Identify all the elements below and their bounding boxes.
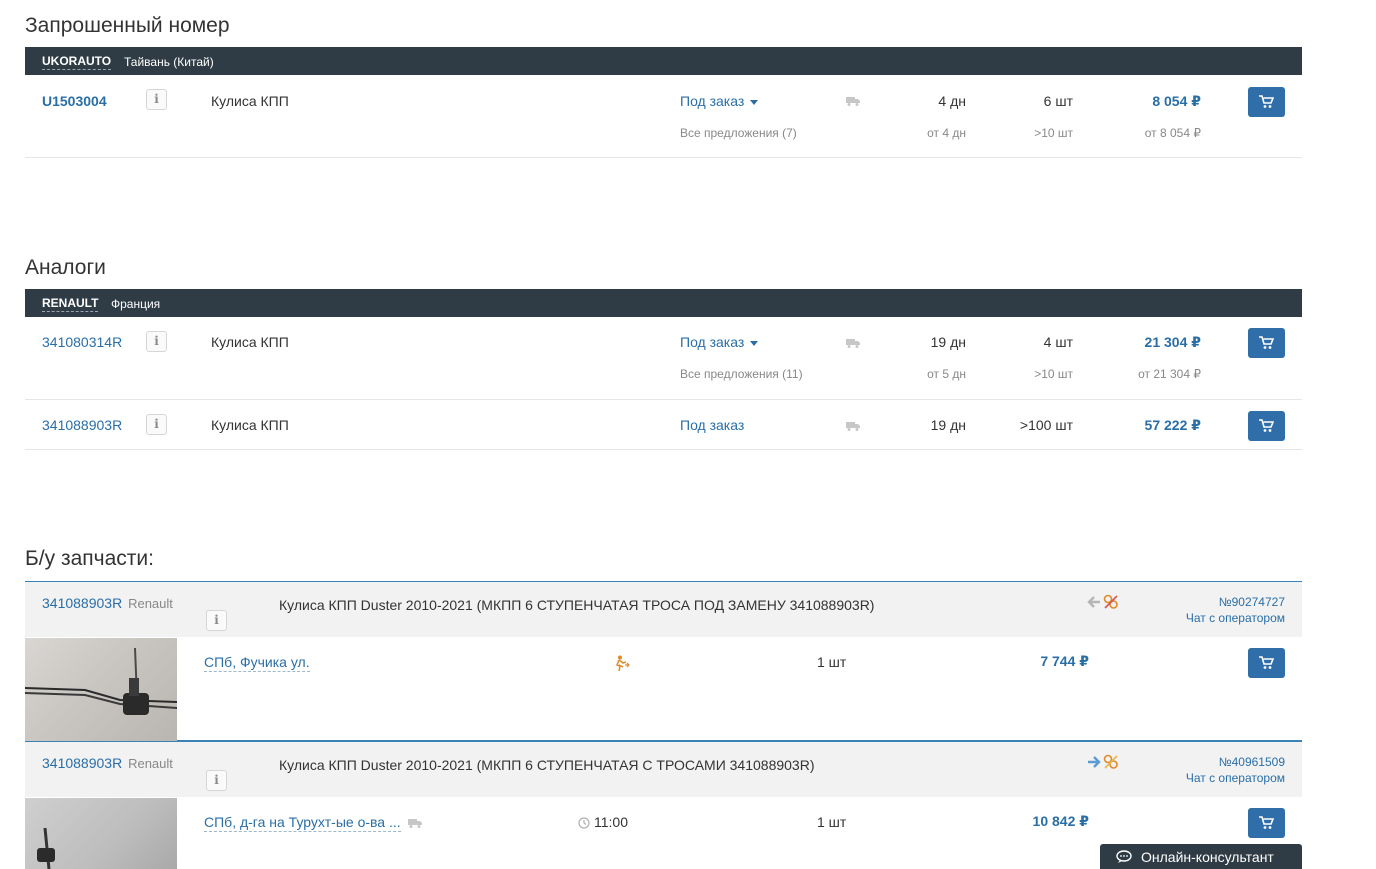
location-link[interactable]: СПб, Фучика ул. (204, 654, 310, 672)
truck-icon (846, 338, 860, 348)
delivery-days: 4 дн (938, 93, 966, 109)
location-link[interactable]: СПб, д-га на Турухт-ые о-ва ... (204, 814, 401, 832)
part-number-link[interactable]: 341080314R (42, 334, 122, 350)
info-icon[interactable]: i (146, 414, 167, 435)
info-icon[interactable]: i (146, 331, 167, 352)
part-photo[interactable] (25, 798, 177, 869)
price: 10 842 ₽ (1032, 813, 1089, 829)
quantity-sub: >10 шт (1034, 367, 1073, 381)
used-part-description: Кулиса КПП Duster 2010-2021 (МКПП 6 СТУП… (279, 757, 815, 773)
info-icon[interactable]: i (146, 89, 167, 110)
truck-icon (408, 818, 422, 828)
availability-label: Под заказ (680, 334, 745, 350)
availability-dropdown[interactable]: Под заказ (680, 93, 759, 109)
availability-dropdown[interactable]: Под заказ (680, 334, 759, 350)
used-item-header: 341088903R Renault i Кулиса КПП Duster 2… (25, 741, 1302, 797)
price: 8 054 ₽ (1152, 93, 1201, 109)
price: 21 304 ₽ (1144, 334, 1201, 350)
delivery-days-from: от 4 дн (927, 126, 966, 140)
part-number-link[interactable]: U1503004 (42, 93, 107, 109)
part-number-link[interactable]: 341088903R (42, 755, 122, 771)
analog-part-row: 341088903R i Кулиса КПП Под заказ 19 дн … (25, 400, 1302, 450)
online-consultant-button[interactable]: Онлайн-консультант (1100, 844, 1302, 869)
info-icon[interactable]: i (206, 770, 227, 791)
used-part-id: 341088903R Renault (42, 595, 173, 611)
arrow-left-icon (1087, 595, 1101, 614)
add-to-cart-button[interactable] (1248, 411, 1285, 441)
clock-icon (578, 816, 590, 834)
quantity: 1 шт (817, 814, 847, 830)
price-from: от 8 054 ₽ (1144, 126, 1201, 140)
used-item-body: СПб, Фучика ул. 1 шт 7 744 ₽ (25, 638, 1302, 741)
delivery-days: 19 дн (930, 417, 966, 433)
truck-icon (846, 96, 860, 106)
requested-part-row: U1503004 i Кулиса КПП Под заказ Все пред… (25, 75, 1302, 158)
quantity-sub: >10 шт (1034, 126, 1073, 140)
availability-label: Под заказ (680, 93, 745, 109)
cart-icon (1259, 95, 1274, 108)
cart-icon (1259, 816, 1274, 829)
truck-icon (846, 421, 860, 431)
add-to-cart-button[interactable] (1248, 808, 1285, 838)
delivery-days-from: от 5 дн (927, 367, 966, 381)
price-from: от 21 304 ₽ (1138, 367, 1201, 381)
delivery-days: 19 дн (930, 334, 966, 350)
availability-link[interactable]: Под заказ (680, 417, 744, 433)
price: 7 744 ₽ (1040, 653, 1089, 669)
order-number-link[interactable]: №90274727 (1145, 595, 1285, 609)
chat-bubble-icon (1116, 850, 1132, 867)
analogs-section-title: Аналоги (25, 256, 106, 279)
brand-country: Франция (111, 297, 161, 311)
add-to-cart-button[interactable] (1248, 328, 1285, 358)
part-number-link[interactable]: 341088903R (42, 595, 122, 611)
cart-icon (1259, 656, 1274, 669)
price: 57 222 ₽ (1144, 417, 1201, 433)
add-to-cart-button[interactable] (1248, 648, 1285, 678)
chevron-down-icon (750, 99, 759, 105)
cart-icon (1259, 336, 1274, 349)
chat-with-operator-link[interactable]: Чат с оператором (1145, 611, 1285, 625)
brand-name-link[interactable]: UKORAUTO (42, 54, 112, 70)
info-icon[interactable]: i (206, 610, 227, 631)
cart-icon (1259, 419, 1274, 432)
quantity: 1 шт (817, 654, 847, 670)
chevron-down-icon (750, 340, 759, 346)
part-number-link[interactable]: 341088903R (42, 417, 122, 433)
part-name: Кулиса КПП (211, 417, 289, 433)
part-photo[interactable] (25, 638, 177, 741)
used-part-description: Кулиса КПП Duster 2010-2021 (МКПП 6 СТУП… (279, 597, 875, 613)
chat-with-operator-link[interactable]: Чат с оператором (1145, 771, 1285, 785)
exchange-icon (1103, 754, 1119, 775)
walking-pickup-icon (613, 655, 631, 676)
pickup-time: 11:00 (594, 814, 628, 830)
part-name: Кулиса КПП (211, 93, 289, 109)
used-part-brand: Renault (128, 596, 173, 611)
quantity: >100 шт (1019, 417, 1073, 433)
add-to-cart-button[interactable] (1248, 87, 1285, 117)
brand-country: Тайвань (Китай) (124, 55, 214, 69)
requested-brand-bar: UKORAUTO Тайвань (Китай) (25, 47, 1302, 75)
all-offers-link[interactable]: Все предложения (7) (680, 126, 797, 140)
analog-part-row: 341080314R i Кулиса КПП Под заказ Все пр… (25, 317, 1302, 400)
exchange-icon (1103, 594, 1119, 615)
used-part-id: 341088903R Renault (42, 755, 173, 771)
all-offers-link[interactable]: Все предложения (11) (680, 367, 803, 381)
used-section-title: Б/у запчасти: (25, 547, 154, 570)
part-name: Кулиса КПП (211, 334, 289, 350)
used-part-brand: Renault (128, 756, 173, 771)
online-consultant-label: Онлайн-консультант (1141, 849, 1274, 865)
used-item-header: 341088903R Renault i Кулиса КПП Duster 2… (25, 581, 1302, 637)
quantity: 4 шт (1043, 334, 1073, 350)
quantity: 6 шт (1043, 93, 1073, 109)
requested-section-title: Запрошенный номер (25, 14, 230, 37)
arrow-right-icon (1087, 755, 1101, 774)
order-number-link[interactable]: №40961509 (1145, 755, 1285, 769)
analogs-brand-bar: RENAULT Франция (25, 289, 1302, 317)
brand-name-link[interactable]: RENAULT (42, 296, 99, 312)
